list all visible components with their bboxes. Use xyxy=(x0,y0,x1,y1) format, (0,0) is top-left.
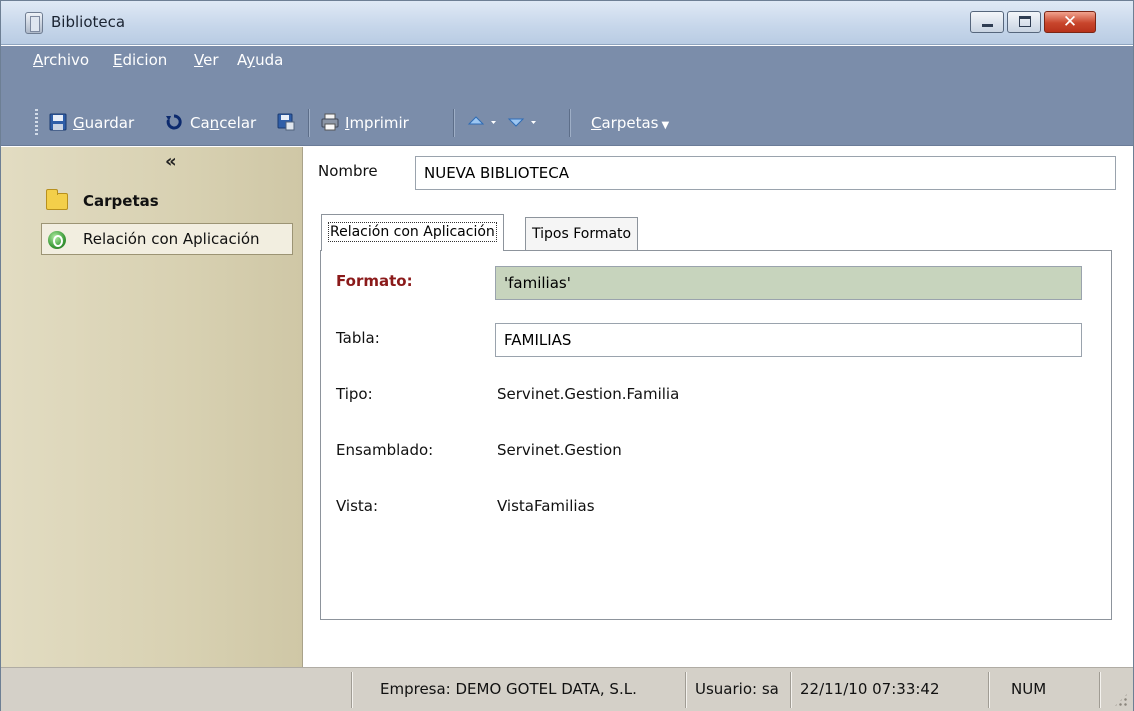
tab-tipos-formato[interactable]: Tipos Formato xyxy=(525,217,639,250)
status-separator xyxy=(351,672,353,708)
vista-value: VistaFamilias xyxy=(497,497,595,515)
folders-dropdown[interactable]: Carpetas ▼ xyxy=(591,111,669,135)
menu-archivo-label: rchivo xyxy=(43,51,90,69)
minimize-button[interactable] xyxy=(970,11,1004,33)
move-down-icon[interactable] xyxy=(507,113,541,131)
status-separator xyxy=(790,672,792,708)
nav-header-carpetas[interactable]: Carpetas xyxy=(83,192,159,210)
tipo-value: Servinet.Gestion.Familia xyxy=(497,385,680,403)
green-circle-icon xyxy=(48,231,66,249)
toolbar-separator xyxy=(569,109,571,137)
move-up-icon[interactable] xyxy=(467,113,501,131)
status-bar: Empresa: DEMO GOTEL DATA, S.L. Usuario: … xyxy=(1,667,1133,711)
nav-item-label: Relación con Aplicación xyxy=(83,230,260,248)
folders-label: arpetas xyxy=(601,114,659,132)
menu-ayuda-pre: A xyxy=(237,51,247,69)
menu-ayuda-accel: y xyxy=(246,51,256,69)
printer-icon xyxy=(321,113,339,131)
toolbar-separator xyxy=(453,109,455,137)
menu-ver-label: er xyxy=(203,51,219,69)
tabla-label: Tabla: xyxy=(336,329,380,347)
formato-label: Formato: xyxy=(336,272,413,290)
menu-ver[interactable]: Ver xyxy=(194,51,219,69)
nombre-input[interactable]: NUEVA BIBLIOTECA xyxy=(415,156,1116,190)
collapse-panel-button[interactable]: « xyxy=(165,151,177,172)
app-window: Biblioteca ✕ Archivo Edicion Ver Ayuda G… xyxy=(0,0,1134,711)
status-usuario: Usuario: sa xyxy=(695,680,779,698)
toolbar-separator xyxy=(308,109,310,137)
chevron-down-icon: ▼ xyxy=(661,120,670,131)
tab-label: Tipos Formato xyxy=(532,226,632,242)
nombre-label: Nombre xyxy=(318,162,378,180)
cancel-pre: Ca xyxy=(190,114,210,132)
menu-ayuda[interactable]: Ayuda xyxy=(237,51,283,69)
left-nav-panel: « Carpetas Relación con Aplicación xyxy=(1,147,303,667)
window-title: Biblioteca xyxy=(51,13,126,31)
toolbar-grip[interactable] xyxy=(35,109,38,137)
tipo-label: Tipo: xyxy=(336,385,373,403)
cancel-accel: n xyxy=(209,114,220,132)
toolbar: Guardar Cancelar Imprimir Carpetas ▼ xyxy=(1,76,1133,146)
close-button[interactable]: ✕ xyxy=(1044,11,1096,33)
print-label: mprimir xyxy=(349,114,409,132)
title-bar: Biblioteca ✕ xyxy=(1,1,1133,45)
status-empresa: Empresa: DEMO GOTEL DATA, S.L. xyxy=(380,680,637,698)
menu-bar: Archivo Edicion Ver Ayuda xyxy=(1,46,1133,76)
cancel-label: celar xyxy=(219,114,257,132)
undo-icon xyxy=(166,114,182,130)
tabla-input[interactable]: FAMILIAS xyxy=(495,323,1082,357)
minimize-icon xyxy=(982,24,993,27)
save-label: uardar xyxy=(84,114,135,132)
ensamblado-label: Ensamblado: xyxy=(336,441,434,459)
menu-ayuda-label: uda xyxy=(255,51,284,69)
print-button[interactable]: Imprimir xyxy=(345,111,409,135)
vista-label: Vista: xyxy=(336,497,379,515)
tab-label: Relación con Aplicación xyxy=(328,222,497,242)
status-separator xyxy=(988,672,990,708)
cancel-button[interactable]: Cancelar xyxy=(190,111,256,135)
maximize-icon xyxy=(1019,16,1031,27)
maximize-button[interactable] xyxy=(1007,11,1041,33)
status-num: NUM xyxy=(1011,680,1047,698)
status-separator xyxy=(1099,672,1101,708)
resize-grip[interactable] xyxy=(1113,692,1129,708)
close-icon: ✕ xyxy=(1062,12,1078,32)
menu-archivo-accel: A xyxy=(33,51,44,69)
menu-edicion[interactable]: Edicion xyxy=(113,51,167,69)
app-icon xyxy=(25,12,43,34)
main-content: Nombre NUEVA BIBLIOTECA Relación con Apl… xyxy=(304,147,1133,667)
folders-accel: C xyxy=(591,114,602,132)
save-button[interactable]: Guardar xyxy=(73,111,134,135)
save-icon xyxy=(49,113,67,131)
tab-panel: Formato: 'familias' Tabla: FAMILIAS Tipo… xyxy=(320,250,1112,620)
menu-ver-accel: V xyxy=(194,51,204,69)
formato-field[interactable]: 'familias' xyxy=(495,266,1082,300)
ensamblado-value: Servinet.Gestion xyxy=(497,441,622,459)
menu-edicion-label: dicion xyxy=(122,51,168,69)
save-as-icon[interactable] xyxy=(277,113,295,131)
nav-item-relacion-aplicacion[interactable]: Relación con Aplicación xyxy=(41,223,293,255)
save-accel: G xyxy=(73,114,85,132)
tab-relacion-aplicacion[interactable]: Relación con Aplicación xyxy=(321,214,504,251)
status-separator xyxy=(685,672,687,708)
folder-icon xyxy=(46,189,68,210)
menu-archivo[interactable]: Archivo xyxy=(33,51,89,69)
status-datetime: 22/11/10 07:33:42 xyxy=(800,680,940,698)
